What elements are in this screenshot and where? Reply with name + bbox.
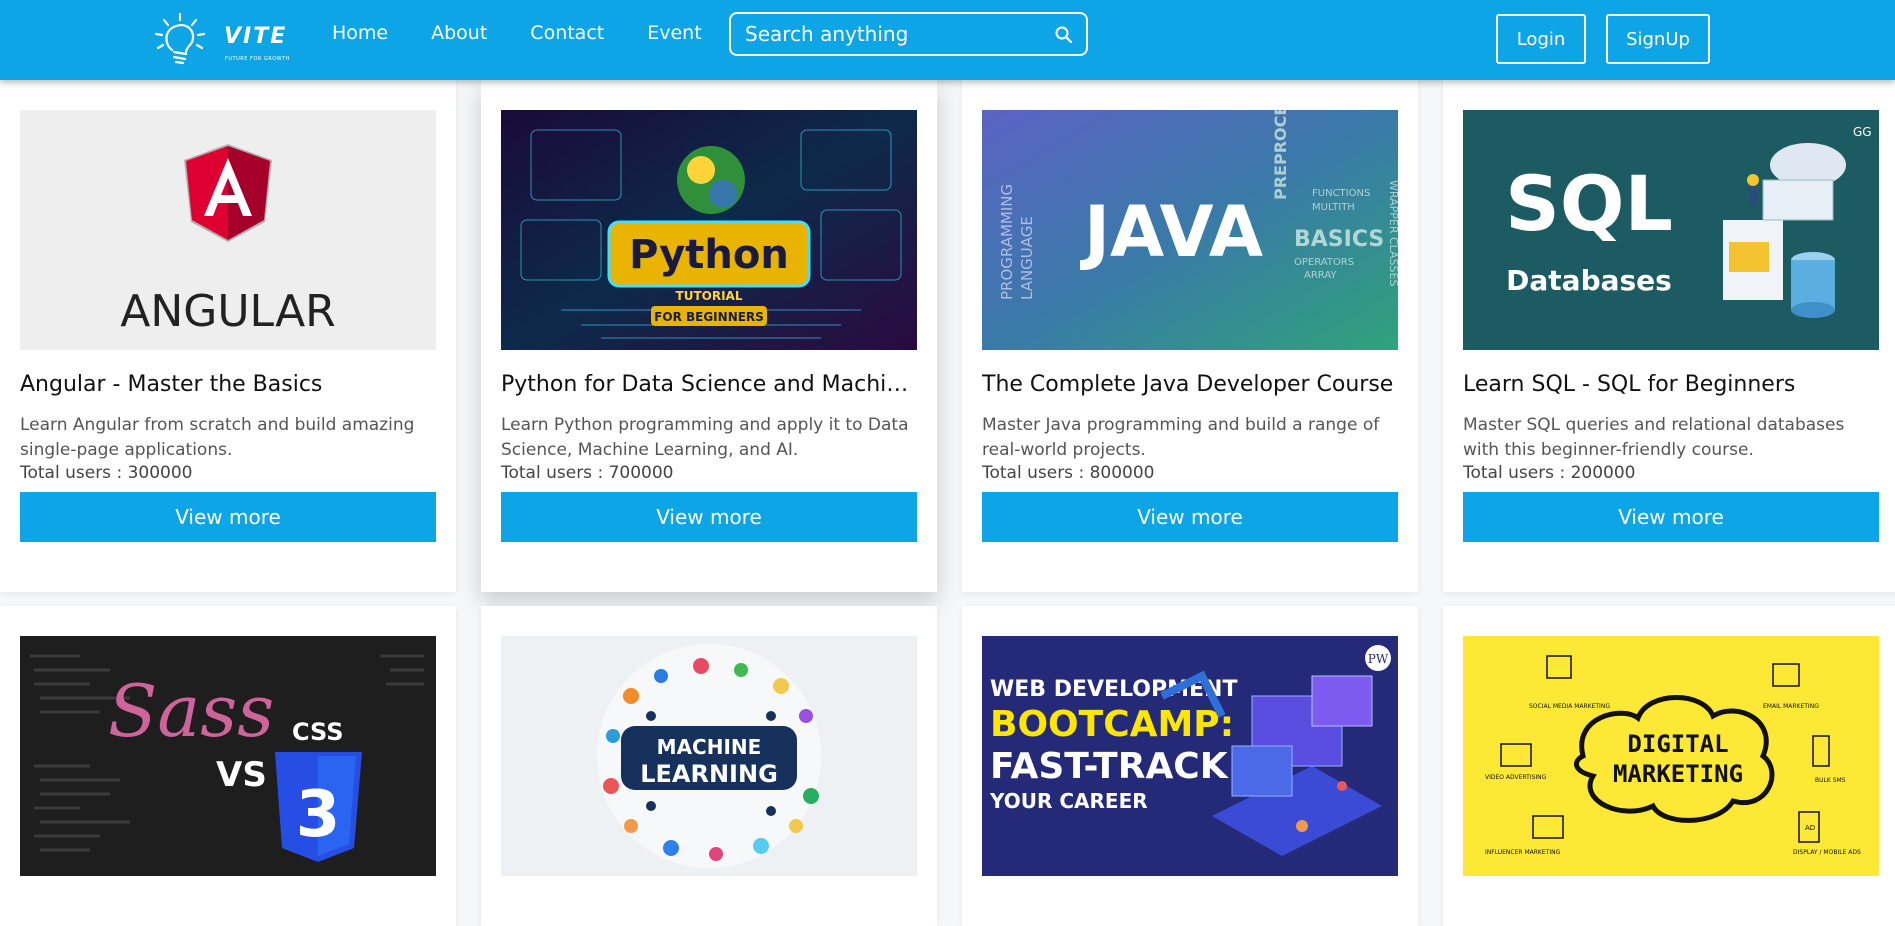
course-card-sql: SQL Databases GG Learn SQL - SQL for Beg… [1443, 80, 1895, 592]
course-card-sass: Sass VS CSS 3 [0, 606, 456, 926]
svg-text:OPERATORS: OPERATORS [1294, 257, 1354, 268]
course-title: Python for Data Science and Machine Lear… [501, 372, 917, 397]
svg-text:VIDEO ADVERTISING: VIDEO ADVERTISING [1485, 774, 1547, 781]
view-more-button[interactable]: View more [20, 492, 436, 542]
course-thumbnail[interactable]: Sass VS CSS 3 [20, 636, 436, 876]
python-tutorial-image: Python TUTORIAL FOR BEGINNERS [501, 110, 917, 350]
search-input[interactable] [745, 22, 1045, 46]
svg-text:FAST-TRACK: FAST-TRACK [990, 746, 1229, 787]
svg-text:VS: VS [216, 755, 267, 795]
users-count: 700000 [608, 463, 674, 483]
course-users: Total users : 300000 [20, 463, 192, 483]
course-card-digital-marketing: DIGITAL MARKETING SOCIAL MEDIA MARKETING… [1443, 606, 1895, 926]
users-label: Total users : [501, 463, 609, 483]
svg-text:BULK SMS: BULK SMS [1815, 777, 1846, 784]
svg-text:DISPLAY / MOBILE ADS: DISPLAY / MOBILE ADS [1793, 849, 1861, 856]
login-button[interactable]: Login [1496, 14, 1586, 64]
course-title: Learn SQL - SQL for Beginners [1463, 372, 1796, 397]
course-description: Learn Angular from scratch and build ama… [20, 415, 415, 460]
svg-text:BOOTCAMP:: BOOTCAMP: [990, 704, 1234, 745]
svg-text:MULTITH: MULTITH [1312, 202, 1355, 213]
svg-text:MACHINE: MACHINE [657, 735, 762, 759]
svg-text:BASICS: BASICS [1294, 227, 1384, 252]
svg-text:INFLUENCER MARKETING: INFLUENCER MARKETING [1485, 849, 1561, 856]
svg-text:DIGITAL: DIGITAL [1627, 730, 1728, 758]
svg-text:LANGUAGE: LANGUAGE [1018, 216, 1036, 300]
users-count: 800000 [1089, 463, 1155, 483]
svg-text:GG: GG [1853, 125, 1872, 139]
svg-text:JAVA: JAVA [1080, 191, 1263, 273]
sql-databases-image: SQL Databases GG [1463, 110, 1879, 350]
machine-learning-image: MACHINE LEARNING [501, 636, 917, 876]
course-card-webdev: WEB DEVELOPMENT BOOTCAMP: FAST-TRACK YOU… [962, 606, 1418, 926]
course-users: Total users : 800000 [982, 463, 1154, 483]
course-card-java: PROGRAMMING LANGUAGE JAVA BASICS PREPROC… [962, 80, 1418, 592]
svg-text:PROGRAMMING: PROGRAMMING [998, 184, 1016, 300]
svg-text:ANGULAR: ANGULAR [120, 286, 336, 337]
svg-text:LEARNING: LEARNING [640, 760, 778, 788]
course-thumbnail[interactable]: PROGRAMMING LANGUAGE JAVA BASICS PREPROC… [982, 110, 1398, 350]
nav-home[interactable]: Home [332, 22, 388, 44]
course-card-angular: ANGULAR Angular - Master the Basics Lear… [0, 80, 456, 592]
view-more-button[interactable]: View more [1463, 492, 1879, 542]
sass-vs-css-image: Sass VS CSS 3 [20, 636, 436, 876]
svg-text:FOR BEGINNERS: FOR BEGINNERS [654, 310, 764, 324]
svg-text:PW: PW [1368, 652, 1389, 666]
svg-text:SQL: SQL [1505, 159, 1673, 248]
course-title: The Complete Java Developer Course [982, 372, 1394, 397]
svg-text:TUTORIAL: TUTORIAL [676, 289, 743, 303]
nav-contact[interactable]: Contact [530, 22, 604, 44]
course-thumbnail[interactable]: WEB DEVELOPMENT BOOTCAMP: FAST-TRACK YOU… [982, 636, 1398, 876]
nav-links: Home About Contact Event [332, 22, 745, 44]
users-count: 300000 [127, 463, 193, 483]
course-thumbnail[interactable]: SQL Databases GG [1463, 110, 1879, 350]
logo-tagline: FUTURE FOR GROWTH [225, 56, 290, 62]
site-logo[interactable]: VITE FUTURE FOR GROWTH [150, 10, 290, 70]
svg-text:3: 3 [296, 778, 341, 852]
search-box [729, 12, 1088, 56]
view-more-button[interactable]: View more [501, 492, 917, 542]
users-label: Total users : [982, 463, 1090, 483]
course-thumbnail[interactable]: ANGULAR [20, 110, 436, 350]
course-title: Angular - Master the Basics [20, 372, 323, 397]
course-users: Total users : 200000 [1463, 463, 1635, 483]
svg-text:PREPROCE: PREPROCE [1271, 110, 1290, 200]
signup-button[interactable]: SignUp [1606, 14, 1710, 64]
svg-text:Sass: Sass [108, 669, 274, 753]
svg-text:Databases: Databases [1506, 264, 1672, 297]
view-more-button[interactable]: View more [982, 492, 1398, 542]
angular-logo-image: ANGULAR [20, 110, 436, 350]
svg-text:AD: AD [1805, 824, 1815, 832]
svg-text:MARKETING: MARKETING [1613, 760, 1743, 788]
logo-wordmark: VITE [224, 24, 288, 49]
course-card-ml: MACHINE LEARNING [481, 606, 937, 926]
course-thumbnail[interactable]: DIGITAL MARKETING SOCIAL MEDIA MARKETING… [1463, 636, 1879, 876]
nav-about[interactable]: About [431, 22, 487, 44]
web-dev-bootcamp-image: WEB DEVELOPMENT BOOTCAMP: FAST-TRACK YOU… [982, 636, 1398, 876]
course-thumbnail[interactable]: Python TUTORIAL FOR BEGINNERS [501, 110, 917, 350]
svg-text:FUNCTIONS: FUNCTIONS [1312, 188, 1370, 199]
course-description: Master SQL queries and relational databa… [1463, 415, 1845, 460]
svg-text:ARRAY: ARRAY [1304, 270, 1337, 281]
users-count: 200000 [1570, 463, 1636, 483]
course-thumbnail[interactable]: MACHINE LEARNING [501, 636, 917, 876]
users-label: Total users : [20, 463, 128, 483]
top-navbar: VITE FUTURE FOR GROWTH Home About Contac… [0, 0, 1895, 80]
svg-text:YOUR CAREER: YOUR CAREER [989, 789, 1148, 813]
lightbulb-icon [154, 12, 206, 65]
search-icon[interactable] [1054, 25, 1074, 45]
digital-marketing-image: DIGITAL MARKETING SOCIAL MEDIA MARKETING… [1463, 636, 1879, 876]
course-description: Learn Python programming and apply it to… [501, 415, 909, 460]
svg-text:EMAIL MARKETING: EMAIL MARKETING [1763, 703, 1819, 710]
svg-text:Python: Python [629, 232, 789, 278]
course-card-python: Python TUTORIAL FOR BEGINNERS Python for… [481, 80, 937, 592]
svg-text:WRAPPER CLASSES: WRAPPER CLASSES [1387, 180, 1398, 286]
java-course-image: PROGRAMMING LANGUAGE JAVA BASICS PREPROC… [982, 110, 1398, 350]
nav-event[interactable]: Event [647, 22, 701, 44]
svg-text:SOCIAL MEDIA MARKETING: SOCIAL MEDIA MARKETING [1529, 703, 1610, 710]
course-description: Master Java programming and build a rang… [982, 415, 1380, 460]
svg-text:CSS: CSS [292, 718, 344, 746]
users-label: Total users : [1463, 463, 1571, 483]
course-users: Total users : 700000 [501, 463, 673, 483]
